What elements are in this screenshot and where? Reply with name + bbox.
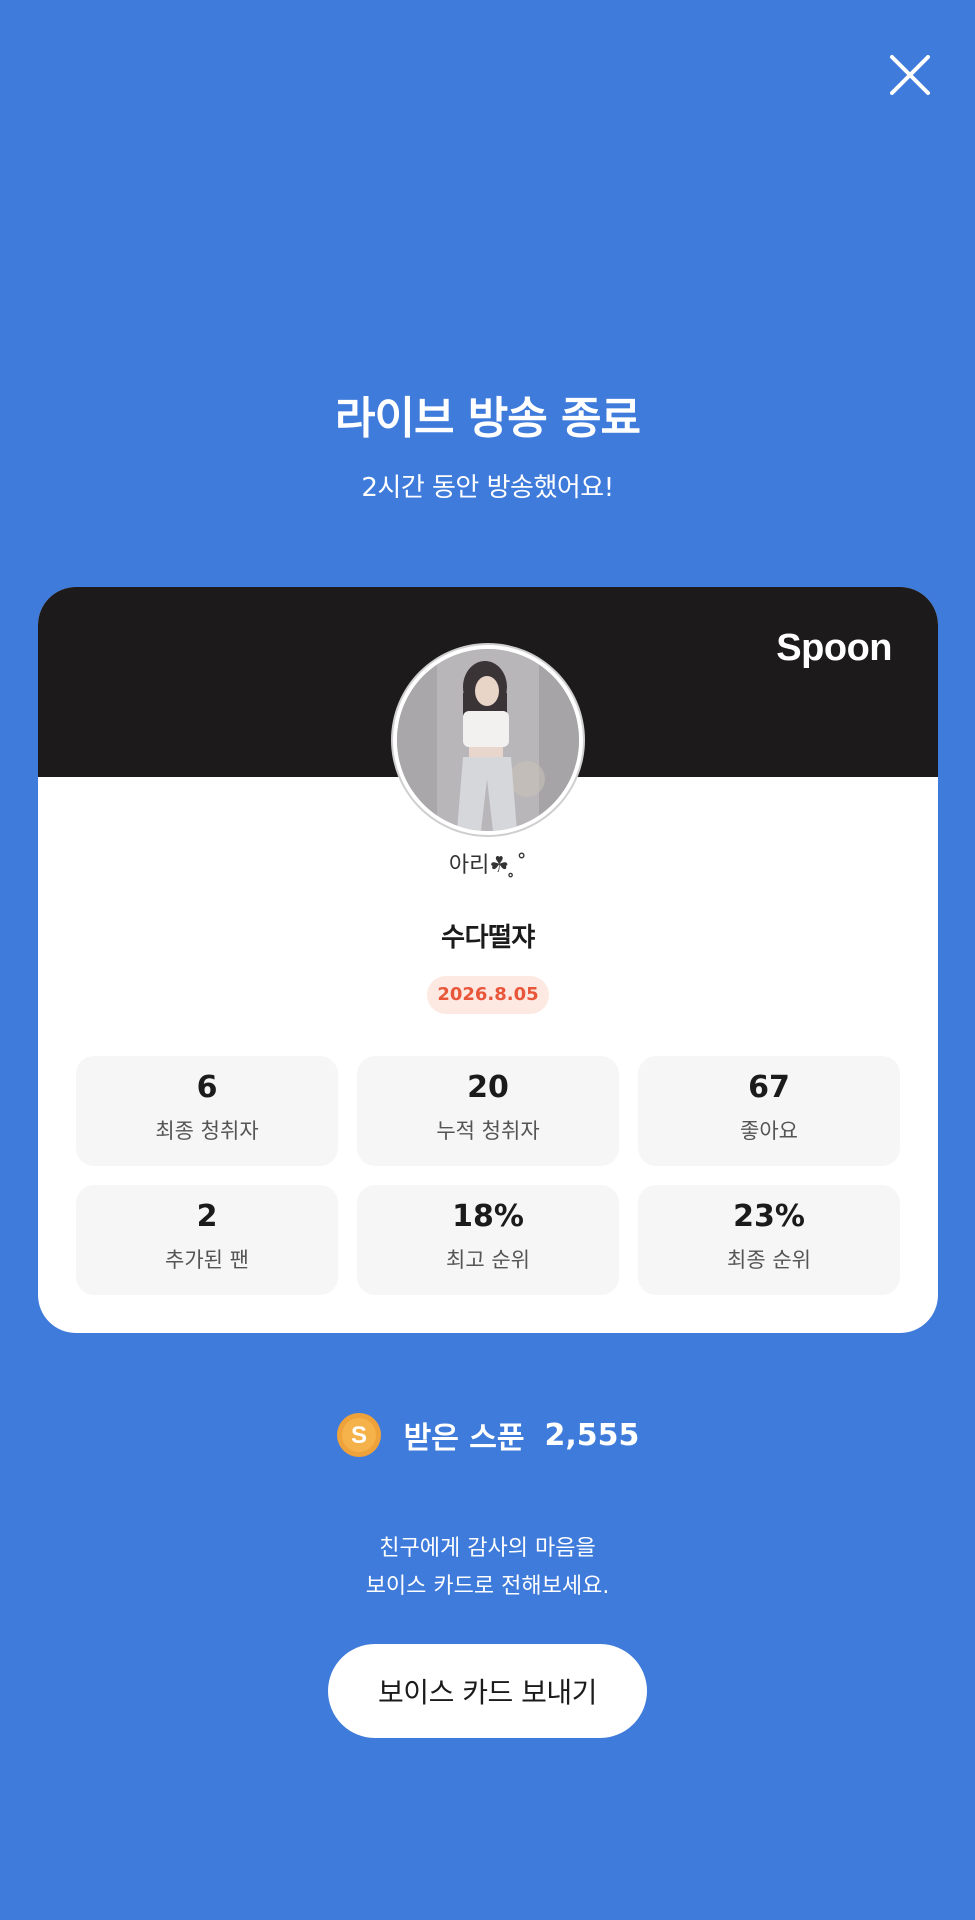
stat-label: 최종 청취자 (155, 1119, 259, 1143)
stat-best-rank: 18% 최고 순위 (357, 1185, 619, 1295)
stat-label: 추가된 팬 (165, 1248, 249, 1272)
thanks-message-line: 친구에게 감사의 마음을 (379, 1536, 596, 1561)
stat-likes: 67 좋아요 (638, 1056, 900, 1166)
received-spoons: S 받은 스푼 2,555 (0, 1410, 975, 1460)
avatar (393, 645, 583, 835)
thanks-message: 친구에게 감사의 마음을 보이스 카드로 전해보세요. (0, 1530, 975, 1606)
stat-value: 6 (196, 1070, 218, 1105)
svg-text:S: S (351, 1422, 367, 1449)
stat-final-listeners: 6 최종 청취자 (76, 1056, 338, 1166)
stat-label: 누적 청취자 (436, 1119, 540, 1143)
page-title: 라이브 방송 종료 (335, 393, 641, 444)
stat-value: 2 (196, 1199, 218, 1234)
stat-final-rank: 23% 최종 순위 (638, 1185, 900, 1295)
stat-value: 67 (748, 1070, 790, 1105)
close-icon (890, 55, 930, 95)
stat-value: 18% (452, 1199, 524, 1234)
broadcast-duration: 2시간 동안 방송했어요! (361, 473, 614, 503)
stat-label: 최종 순위 (727, 1248, 811, 1272)
profile-photo (397, 649, 579, 831)
stat-total-listeners: 20 누적 청취자 (357, 1056, 619, 1166)
spoons-label: 받은 스푼 (403, 1421, 525, 1456)
spoon-logo: Spoon (776, 627, 892, 669)
close-button[interactable] (880, 45, 940, 105)
spoon-coin-icon: S (336, 1412, 382, 1458)
room-title: 수다떨쟈 (441, 923, 535, 953)
stats-grid: 6 최종 청취자 20 누적 청취자 67 좋아요 2 추가된 팬 18% 최고… (76, 1056, 900, 1295)
stat-new-fans: 2 추가된 팬 (76, 1185, 338, 1295)
send-voice-card-button[interactable]: 보이스 카드 보내기 (328, 1644, 647, 1738)
username: 아리☘︎ ̥˚ (448, 853, 528, 878)
spoons-value: 2,555 (544, 1417, 640, 1453)
stat-label: 좋아요 (740, 1119, 798, 1143)
stat-label: 최고 순위 (446, 1248, 530, 1272)
broadcast-summary-card: Spoon 아리☘︎ ̥˚ 수다떨쟈 2026.8.05 6 최종 청취자 20… (38, 587, 938, 1333)
stat-value: 23% (733, 1199, 805, 1234)
thanks-message-line: 보이스 카드로 전해보세요. (365, 1574, 610, 1599)
stat-value: 20 (467, 1070, 509, 1105)
date-badge: 2026.8.05 (427, 976, 549, 1014)
